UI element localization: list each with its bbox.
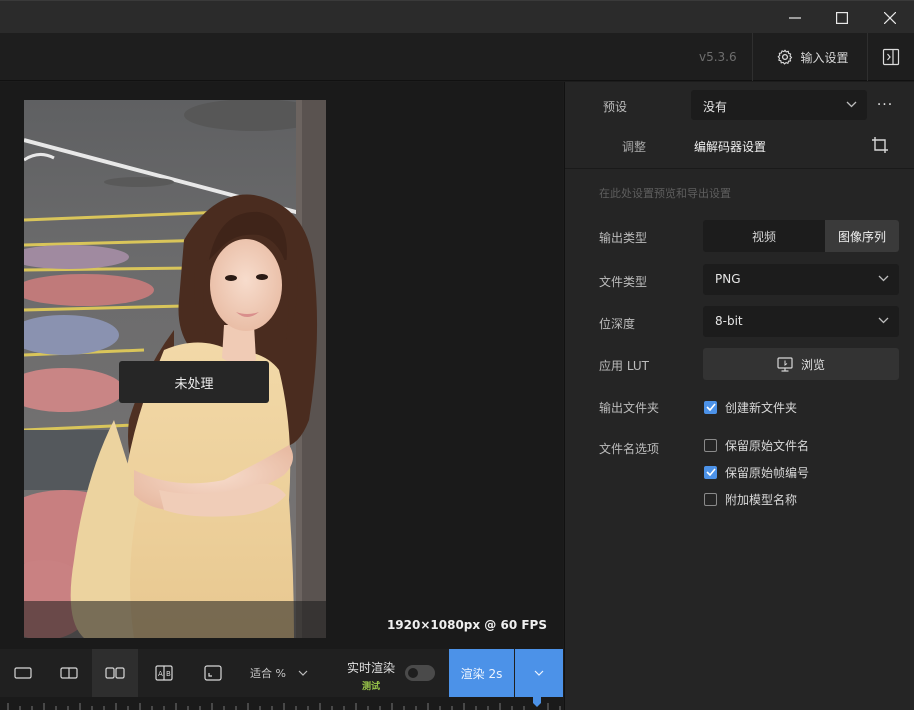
- fit-screen-icon: [204, 665, 222, 681]
- keep-original-filename-checkbox[interactable]: [704, 438, 717, 452]
- monitor-icon: [777, 356, 793, 372]
- browse-label: 浏览: [800, 357, 825, 372]
- panel-toggle-icon: [882, 48, 899, 66]
- bit-depth-label: 位深度: [599, 317, 636, 331]
- realtime-render-toggle[interactable]: [405, 665, 435, 681]
- render-button[interactable]: 渲染 2s: [449, 649, 514, 697]
- timeline-ticks: [7, 697, 561, 710]
- create-folder-label: 创建新文件夹: [725, 400, 798, 415]
- chevron-down-icon: [298, 670, 308, 676]
- preview-area: 未处理 1920×1080px @ 60 FPS: [0, 82, 563, 649]
- input-settings-button[interactable]: 输入设置: [760, 33, 866, 81]
- append-model-name-label: 附加模型名称: [725, 492, 798, 507]
- split-view-button[interactable]: [46, 649, 92, 697]
- input-settings-label: 输入设置: [800, 50, 849, 65]
- bottom-control-bar: AB 适合 % 实时渲染 测试 渲染 2s: [0, 649, 563, 697]
- render-options-button[interactable]: [515, 649, 563, 697]
- fit-screen-view-button[interactable]: [190, 649, 236, 697]
- compare-view-icon: AB: [155, 665, 173, 681]
- unprocessed-label: 未处理: [119, 361, 269, 403]
- append-model-name-checkbox[interactable]: [704, 492, 717, 506]
- checkmark-icon: [705, 403, 716, 411]
- top-toolbar: v5.3.6 输入设置: [0, 33, 914, 81]
- tab-codec-settings[interactable]: 编解码器设置: [694, 138, 766, 155]
- keep-original-filename-label: 保留原始文件名: [725, 438, 810, 453]
- fit-zoom-dropdown[interactable]: 适合 %: [239, 649, 319, 697]
- single-view-button[interactable]: [0, 649, 46, 697]
- chevron-down-icon: [878, 275, 889, 282]
- panel-toggle-button[interactable]: [867, 33, 914, 81]
- gear-icon: [778, 49, 793, 65]
- close-button[interactable]: [867, 1, 913, 34]
- apply-lut-label: 应用 LUT: [599, 359, 650, 373]
- resolution-text: 1920×1080px @ 60 FPS: [386, 618, 547, 632]
- more-options-button[interactable]: ···: [873, 90, 897, 120]
- crop-button[interactable]: [871, 136, 893, 158]
- minimize-icon: [789, 16, 801, 19]
- single-view-icon: [14, 667, 32, 679]
- checkmark-icon: [705, 468, 716, 476]
- svg-text:A: A: [158, 670, 163, 678]
- settings-panel: 预设 没有 ··· 调整 编解码器设置 在此处设置预览和导出设置 输出类型 视频…: [564, 82, 914, 710]
- keep-original-filename-row[interactable]: 保留原始文件名: [704, 437, 809, 453]
- bit-depth-dropdown[interactable]: 8-bit: [703, 306, 899, 337]
- bit-depth-value: 8-bit: [715, 314, 743, 328]
- crop-icon: [872, 137, 888, 153]
- output-type-label: 输出类型: [599, 231, 648, 245]
- timeline-scrubber[interactable]: [0, 697, 563, 710]
- settings-hint: 在此处设置预览和导出设置: [599, 187, 731, 200]
- minimize-button[interactable]: [772, 1, 818, 34]
- maximize-button[interactable]: [819, 1, 865, 34]
- keep-frame-number-row[interactable]: 保留原始帧编号: [704, 464, 809, 480]
- preset-value: 没有: [703, 100, 728, 114]
- svg-text:B: B: [166, 670, 171, 678]
- output-folder-label: 输出文件夹: [599, 401, 660, 415]
- file-type-dropdown[interactable]: PNG: [703, 264, 899, 295]
- file-type-label: 文件类型: [599, 275, 648, 289]
- keep-frame-number-checkbox[interactable]: [704, 465, 717, 479]
- create-folder-checkbox-row[interactable]: 创建新文件夹: [704, 399, 797, 415]
- realtime-render: 实时渲染 测试: [344, 659, 398, 692]
- create-folder-checkbox[interactable]: [704, 400, 717, 414]
- side-by-side-view-button[interactable]: [92, 649, 138, 697]
- preset-dropdown[interactable]: 没有: [691, 90, 867, 120]
- close-icon: [884, 11, 896, 24]
- realtime-beta-badge: 测试: [361, 682, 380, 692]
- playhead-marker[interactable]: [533, 697, 541, 707]
- tab-adjust[interactable]: 调整: [622, 138, 646, 155]
- compare-view-button[interactable]: AB: [141, 649, 187, 697]
- chevron-down-icon: [534, 670, 544, 676]
- output-type-image-sequence[interactable]: 图像序列: [825, 220, 899, 252]
- output-type-segmented: 视频 图像序列: [703, 220, 899, 252]
- maximize-icon: [836, 11, 848, 24]
- preview-image[interactable]: 未处理: [24, 100, 326, 638]
- side-by-side-view-icon: [105, 667, 125, 679]
- browse-lut-button[interactable]: 浏览: [703, 348, 899, 380]
- version-label: v5.3.6: [699, 50, 737, 64]
- file-type-value: PNG: [715, 272, 741, 286]
- filename-options-label: 文件名选项: [599, 442, 660, 456]
- chevron-down-icon: [878, 317, 889, 324]
- split-view-icon: [60, 667, 78, 679]
- preset-label: 预设: [603, 100, 628, 114]
- append-model-name-row[interactable]: 附加模型名称: [704, 491, 797, 507]
- fit-zoom-label: 适合 %: [250, 667, 286, 680]
- realtime-render-label: 实时渲染: [346, 661, 395, 675]
- resolution-bar: 1920×1080px @ 60 FPS: [0, 601, 563, 649]
- chevron-down-icon: [846, 101, 857, 108]
- toolbar-divider: [752, 33, 753, 81]
- keep-frame-number-label: 保留原始帧编号: [725, 465, 810, 480]
- tabs-divider: [565, 168, 914, 169]
- output-type-video[interactable]: 视频: [703, 220, 825, 252]
- title-bar: [0, 0, 914, 33]
